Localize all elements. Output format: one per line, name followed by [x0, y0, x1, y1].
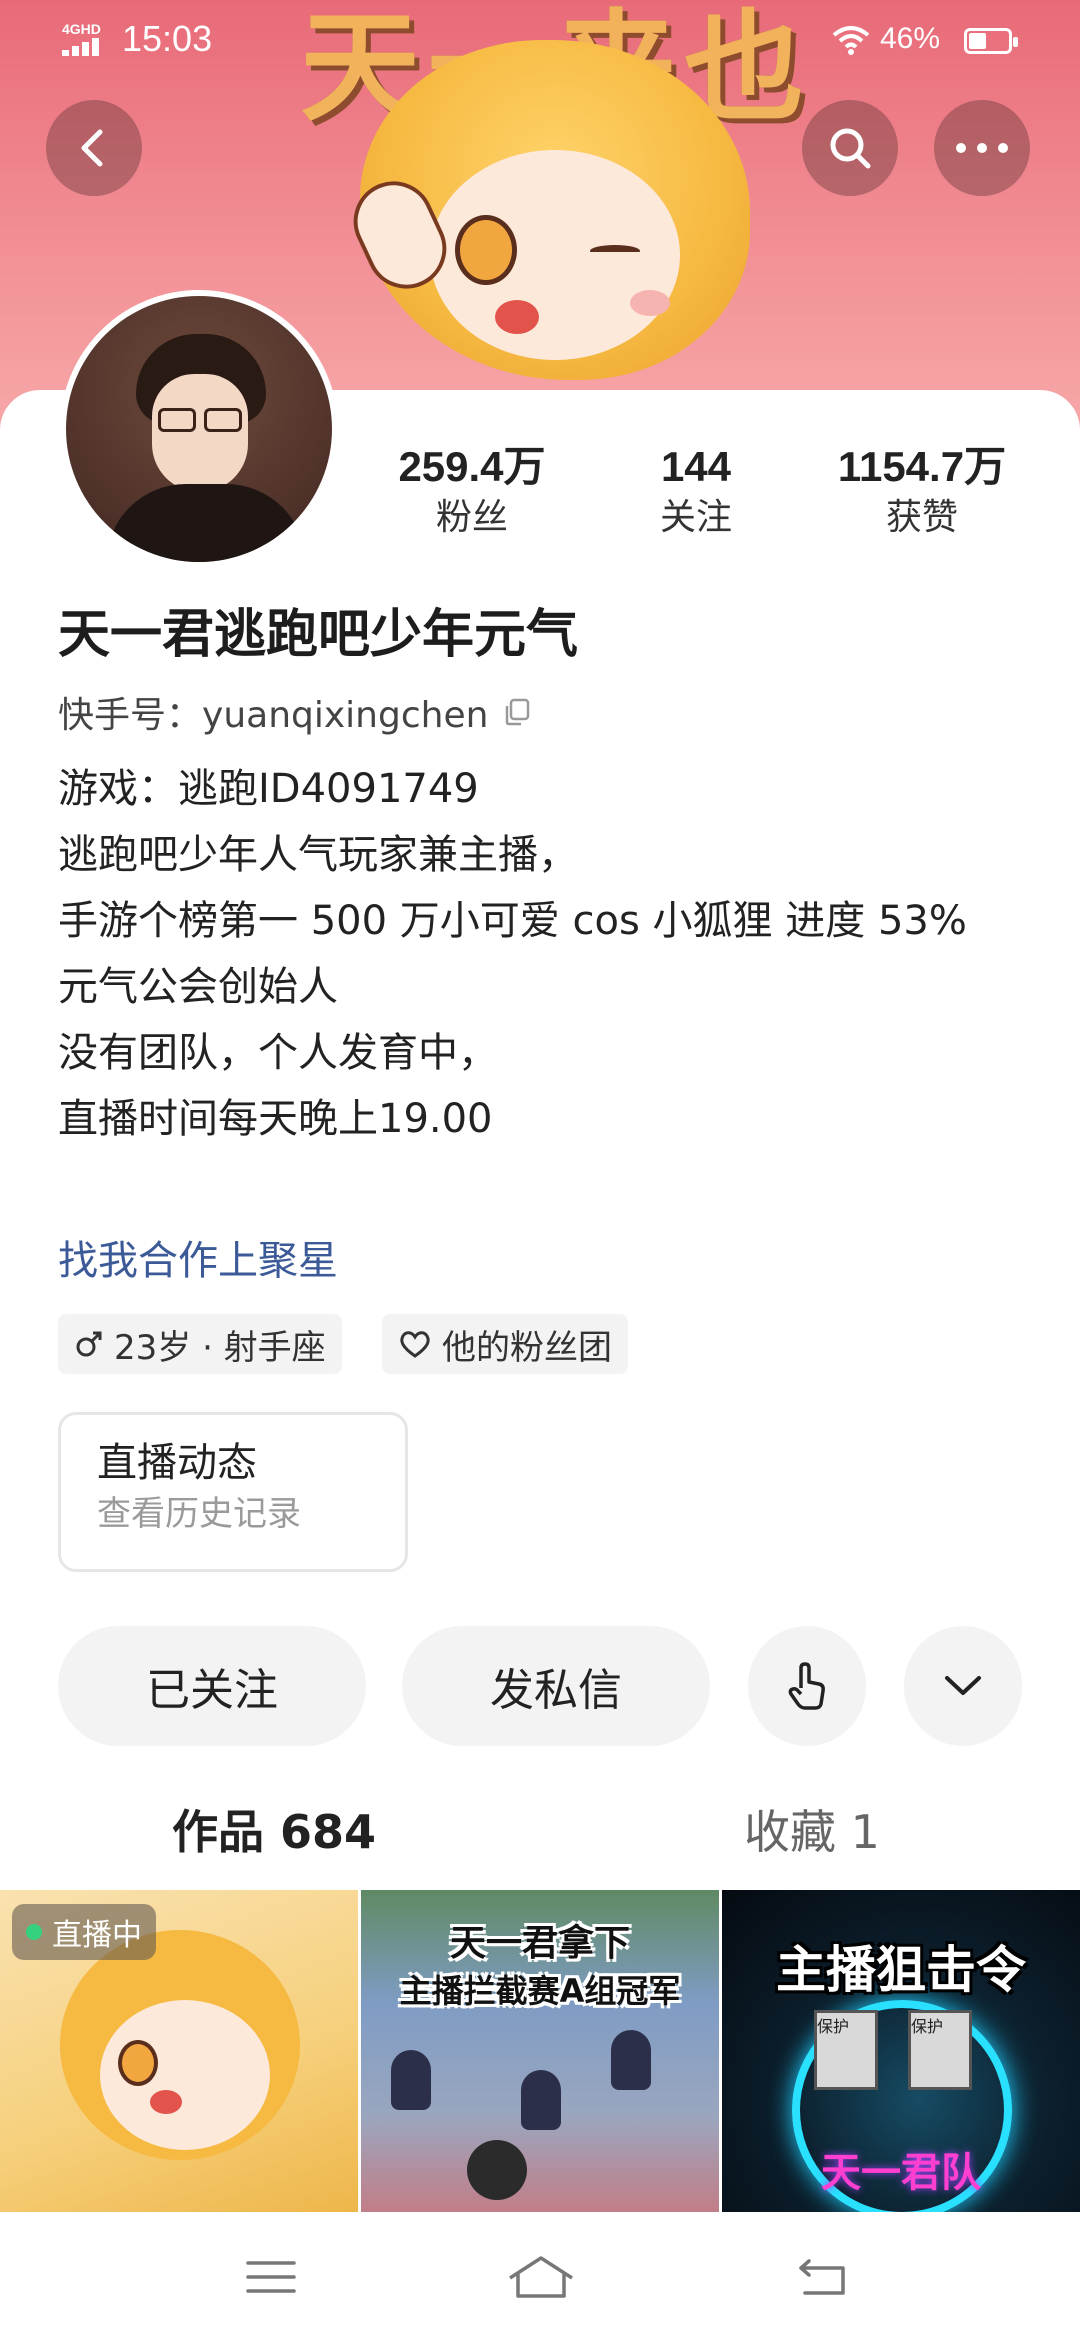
live-history-subtitle: 查看历史记录 [97, 1494, 301, 1534]
return-icon [799, 2259, 845, 2295]
works-grid: 直播中 天一君拿下 主播拦截赛A组冠军 主播狙击令 保护 保护 天一君队 [0, 1890, 1080, 2212]
nav-home-button[interactable] [496, 2242, 586, 2312]
likes-label: 获赞 [885, 497, 958, 538]
status-bar: 4GHD 15:03 46% [0, 0, 1080, 84]
copy-icon[interactable] [502, 697, 532, 727]
avatar-face [152, 374, 248, 492]
bio-line: 逃跑吧少年人气玩家兼主播， [58, 832, 578, 878]
tab-favorites[interactable]: 收藏 1 [744, 1796, 880, 1862]
live-badge-label: 直播中 [52, 1918, 142, 1953]
wifi-icon [832, 26, 870, 55]
thumbnail-game-avatar [467, 2140, 527, 2200]
search-icon [830, 128, 871, 169]
age-zodiac-text: 23岁 · 射手座 [114, 1327, 326, 1368]
likes-count: 1154.7万 [837, 443, 1007, 490]
thumbnail-card: 保护 [908, 2010, 972, 2090]
thumbnail-neon-text: 天一君队 [821, 2150, 981, 2196]
battery-level [969, 33, 987, 49]
kuaishou-id-value: yuanqixingchen [202, 695, 489, 736]
fans-label: 粉丝 [435, 497, 508, 538]
back-button[interactable] [46, 100, 142, 196]
work-thumbnail-live[interactable]: 直播中 [0, 1890, 358, 2212]
network-type: 4GHD [62, 21, 101, 37]
following-count: 144 [660, 443, 732, 490]
more-button[interactable] [934, 100, 1030, 196]
thumbnail-character-eye [118, 2040, 158, 2086]
tab-works[interactable]: 作品 684 [172, 1796, 376, 1862]
nav-recents-button[interactable] [226, 2242, 316, 2312]
kuaishou-id-label: 快手号： [58, 695, 203, 736]
live-dot-icon [26, 1924, 42, 1940]
battery-icon [964, 28, 1018, 54]
thumbnail-character-mouth [150, 2090, 182, 2114]
fan-club-text: 他的粉丝团 [442, 1327, 612, 1368]
avatar-glasses-right [204, 408, 242, 432]
poke-button[interactable] [748, 1626, 866, 1746]
bio-line: 直播时间每天晚上19.00 [58, 1096, 493, 1142]
live-history-title: 直播动态 [97, 1440, 257, 1486]
bio: 游戏：逃跑ID4091749 逃跑吧少年人气玩家兼主播， 手游个榜第一 500 … [58, 756, 1018, 1152]
search-button[interactable] [802, 100, 898, 196]
male-icon [76, 1331, 102, 1357]
nav-back-button[interactable] [778, 2242, 868, 2312]
chevron-down-icon [945, 1676, 981, 1695]
thumbnail-caption: 天一君拿下 [449, 1923, 630, 1964]
thumbnail-caption: 主播狙击令 [776, 1941, 1026, 1999]
battery-percent: 46% [880, 22, 941, 55]
menu-icon [246, 2261, 296, 2293]
bio-line: 元气公会创始人 [58, 964, 338, 1010]
work-thumbnail[interactable]: 主播狙击令 保护 保护 天一君队 [722, 1890, 1080, 2212]
avatar-body [106, 484, 306, 562]
system-nav-bar [0, 2212, 1080, 2340]
following-label: 关注 [659, 497, 732, 538]
thumbnail-card: 保护 [814, 2010, 878, 2090]
thumbnail-game-character [611, 2030, 651, 2090]
expand-button[interactable] [904, 1626, 1022, 1746]
thumbnail-card-label: 保护 [911, 2017, 944, 2036]
stat-likes[interactable]: 1154.7万 获赞 [822, 440, 1022, 542]
kuaishou-id-row[interactable]: 快手号：yuanqixingchen [58, 686, 532, 738]
followed-button[interactable]: 已关注 [58, 1626, 366, 1746]
more-dots-icon [956, 143, 1008, 153]
banner-character-cheek [630, 290, 670, 316]
work-thumbnail[interactable]: 天一君拿下 主播拦截赛A组冠军 [361, 1890, 719, 2212]
live-history-card[interactable]: 直播动态 查看历史记录 [58, 1412, 408, 1572]
live-badge: 直播中 [12, 1904, 156, 1960]
thumbnail-card-label: 保护 [817, 2017, 850, 2036]
kuaishou-id-text: 快手号：yuanqixingchen [58, 686, 488, 738]
age-zodiac-tag: 23岁 · 射手座 [58, 1314, 342, 1374]
banner-character-eye [455, 215, 517, 285]
message-button[interactable]: 发私信 [402, 1626, 710, 1746]
thumbnail-game-character [521, 2070, 561, 2130]
heart-icon [400, 1331, 430, 1358]
signal-icon [62, 38, 99, 56]
cooperation-link[interactable]: 找我合作上聚星 [58, 1228, 338, 1286]
content-tabs: 作品 684 收藏 1 [0, 1786, 1080, 1876]
clock: 15:03 [122, 18, 213, 59]
banner-character-mouth [495, 300, 539, 334]
back-arrow-icon [81, 129, 103, 167]
bio-line: 手游个榜第一 500 万小可爱 cos 小狐狸 进度 53% [58, 898, 967, 944]
bio-line: 没有团队，个人发育中， [58, 1030, 498, 1076]
avatar-image [66, 296, 332, 562]
fan-club-tag[interactable]: 他的粉丝团 [382, 1314, 628, 1374]
thumbnail-caption: 主播拦截赛A组冠军 [399, 1972, 681, 2010]
profile-name: 天一君逃跑吧少年元气 [58, 605, 579, 665]
stat-fans[interactable]: 259.4万 粉丝 [372, 440, 572, 542]
fans-count: 259.4万 [398, 443, 546, 490]
home-icon [509, 2256, 573, 2298]
avatar-glasses-left [158, 408, 196, 432]
thumbnail-game-character [391, 2050, 431, 2110]
avatar[interactable] [60, 290, 338, 568]
banner-character-wink [590, 245, 640, 257]
poke-hand-icon [788, 1662, 825, 1710]
stat-following[interactable]: 144 关注 [596, 440, 796, 542]
bio-line: 游戏：逃跑ID4091749 [58, 766, 479, 812]
